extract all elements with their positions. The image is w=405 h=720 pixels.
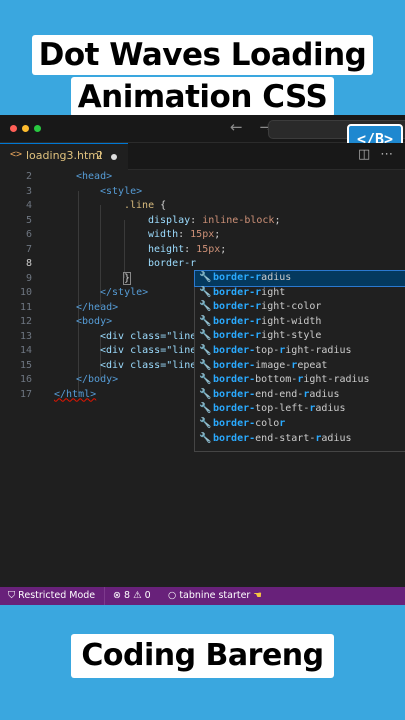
suggestion-item[interactable]: 🔧 border-radius: [194, 270, 405, 287]
code-line[interactable]: }: [122, 271, 132, 287]
line-number: 7: [25, 243, 32, 255]
close-window-button[interactable]: [10, 125, 17, 132]
property-wrench-icon: 🔧: [199, 272, 212, 283]
warning-icon: ⚠: [133, 590, 142, 601]
code-line[interactable]: <head>: [76, 170, 112, 185]
code-line[interactable]: <div class="line: [100, 330, 196, 345]
suggestion-item[interactable]: 🔧 border-color: [195, 417, 405, 432]
suggestion-label: border-radius: [213, 272, 292, 283]
line-number: 17: [19, 388, 32, 400]
indent-guide: [124, 220, 125, 278]
pointing-hand-icon: ☚: [253, 590, 262, 601]
line-number: 13: [19, 330, 32, 342]
property-wrench-icon: 🔧: [199, 330, 212, 342]
editor-actions: ◫⋯: [358, 147, 403, 162]
line-number: 14: [19, 345, 32, 356]
suggestion-item[interactable]: 🔧 border-end-start-radius: [195, 432, 405, 447]
line-number: 6: [25, 229, 32, 240]
suggestion-label: border-right: [213, 286, 286, 298]
tabnine-icon: ○: [168, 590, 177, 601]
property-wrench-icon: 🔧: [199, 432, 212, 444]
line-number: 4: [25, 200, 32, 211]
suggestion-label: border-right-color: [213, 301, 322, 313]
property-wrench-icon: 🔧: [199, 286, 212, 298]
property-wrench-icon: 🔧: [199, 301, 212, 313]
line-number: 3: [25, 185, 32, 197]
code-line[interactable]: <div class="line: [100, 359, 196, 374]
line-number: 8: [25, 258, 32, 269]
code-line[interactable]: display: inline-block;: [148, 214, 280, 229]
line-number: 10: [19, 287, 32, 298]
suggestion-item[interactable]: 🔧 border-end-end-radius: [195, 388, 405, 403]
restricted-mode-indicator[interactable]: ⛉ Restricted Mode: [8, 590, 95, 601]
footer-brand: Coding Bareng: [0, 634, 405, 678]
property-wrench-icon: 🔧: [199, 388, 212, 400]
code-line-current[interactable]: border-r: [148, 257, 196, 272]
suggestion-item[interactable]: 🔧 border-bottom-right-radius: [195, 373, 405, 388]
suggestion-item[interactable]: 🔧 border-right-color: [195, 300, 405, 315]
suggestion-label: border-image-repeat: [213, 359, 328, 371]
code-line[interactable]: .line {: [124, 199, 166, 214]
line-number: 11: [19, 301, 32, 313]
maximize-window-button[interactable]: [34, 125, 41, 132]
code-line[interactable]: </head>: [76, 301, 118, 316]
line-number: 9: [25, 272, 32, 284]
autocomplete-suggestions: 🔧 border-radius 🔧 border-right 🔧 border-right…: [194, 270, 405, 452]
minimize-window-button[interactable]: [22, 125, 29, 132]
code-line[interactable]: <body>: [76, 315, 112, 330]
indent-guide: [78, 191, 79, 393]
code-line[interactable]: height: 15px;: [148, 243, 226, 258]
code-line[interactable]: <style>: [100, 185, 142, 200]
suggestion-item[interactable]: 🔧 border-top-left-radius: [195, 402, 405, 417]
editor-tab-bar: <> loading3.html 2 ◫⋯: [0, 143, 405, 170]
property-wrench-icon: 🔧: [199, 403, 212, 415]
split-editor-icon[interactable]: ◫: [358, 147, 380, 162]
tabnine-status[interactable]: ○ tabnine starter ☚: [168, 590, 262, 601]
suggestion-label: border-top-left-radius: [213, 403, 346, 415]
tab-problem-count: 2: [96, 149, 103, 162]
suggestion-item[interactable]: 🔧 border-right: [195, 286, 405, 301]
line-number: 12: [19, 316, 32, 327]
code-line[interactable]: </style>: [100, 286, 148, 301]
suggestion-label: border-color: [213, 417, 286, 429]
problems-indicator[interactable]: ⊗ 8 ⚠ 0: [113, 590, 151, 601]
code-line[interactable]: width: 15px;: [148, 228, 220, 243]
line-number: 5: [25, 214, 32, 226]
property-wrench-icon: 🔧: [199, 417, 212, 429]
more-actions-icon[interactable]: ⋯: [380, 147, 403, 162]
property-wrench-icon: 🔧: [199, 344, 212, 356]
code-line[interactable]: </html>: [54, 388, 96, 403]
property-wrench-icon: 🔧: [199, 315, 212, 327]
tab-filename: loading3.html: [26, 149, 103, 162]
suggestion-label: border-bottom-right-radius: [213, 374, 370, 386]
status-bar: ⛉ Restricted Mode ⊗ 8 ⚠ 0 ○ tabnine star…: [0, 587, 405, 605]
suggestion-item[interactable]: 🔧 border-top-right-radius: [195, 344, 405, 359]
brand-name: Coding Bareng: [71, 634, 334, 678]
suggestion-label: border-right-width: [213, 315, 322, 327]
title-line-1: Dot Waves Loading: [31, 35, 374, 75]
suggestion-label: border-end-start-radius: [213, 432, 352, 444]
window-titlebar: ← →: [0, 115, 405, 143]
suggestion-item[interactable]: 🔧 border-right-width: [195, 315, 405, 330]
suggestion-label: border-top-right-radius: [213, 344, 352, 356]
status-divider: [104, 587, 105, 605]
title-line-2: Animation CSS: [70, 77, 335, 117]
code-line[interactable]: </body>: [76, 373, 118, 388]
line-number: 2: [25, 171, 32, 182]
line-number: 16: [19, 374, 32, 385]
code-line[interactable]: <div class="line: [100, 344, 196, 359]
shield-icon: ⛉: [8, 590, 16, 601]
suggestion-label: border-right-style: [213, 330, 322, 342]
line-number: 15: [19, 359, 32, 371]
suggestion-label: border-end-end-radius: [213, 388, 340, 400]
error-icon: ⊗: [113, 590, 121, 601]
property-wrench-icon: 🔧: [199, 359, 212, 371]
html-file-icon: <>: [10, 149, 23, 160]
tab-loading3-html[interactable]: <> loading3.html 2: [0, 143, 128, 170]
unsaved-dot-icon[interactable]: [111, 154, 117, 160]
property-wrench-icon: 🔧: [199, 374, 212, 386]
suggestion-item[interactable]: 🔧 border-right-style: [195, 329, 405, 344]
video-title: Dot Waves Loading Animation CSS: [0, 34, 405, 118]
suggestion-item[interactable]: 🔧 border-image-repeat: [195, 359, 405, 374]
